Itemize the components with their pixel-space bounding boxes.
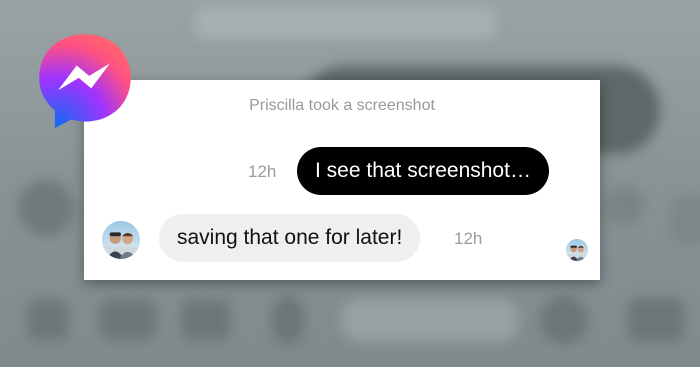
- chat-card: Priscilla took a screenshot 12h I see th…: [84, 80, 600, 280]
- blurred-microphone-icon: [272, 296, 304, 344]
- messenger-logo-icon: [33, 28, 137, 132]
- read-receipt-avatar-icon: [566, 239, 588, 261]
- screenshot-notice: Priscilla took a screenshot: [249, 97, 435, 114]
- blurred-avatar: [18, 180, 74, 236]
- blurred-camera-icon: [100, 300, 156, 340]
- sent-message-bubble[interactable]: I see that screenshot…: [297, 147, 549, 195]
- profile-photo-icon[interactable]: [102, 221, 140, 259]
- received-message-bubble[interactable]: saving that one for later!: [159, 214, 421, 262]
- blurred-message-input: [340, 298, 520, 342]
- blurred-gallery-icon: [182, 300, 230, 340]
- blurred-edge-element: [670, 195, 700, 245]
- blurred-like-icon: [628, 298, 684, 342]
- blurred-apps-icon: [28, 300, 68, 340]
- blurred-avatar-right: [605, 186, 645, 226]
- blurred-header-bar: [195, 8, 495, 38]
- message-timestamp: 12h: [454, 229, 483, 248]
- blurred-emoji-icon: [540, 296, 588, 344]
- message-timestamp: 12h: [248, 162, 277, 181]
